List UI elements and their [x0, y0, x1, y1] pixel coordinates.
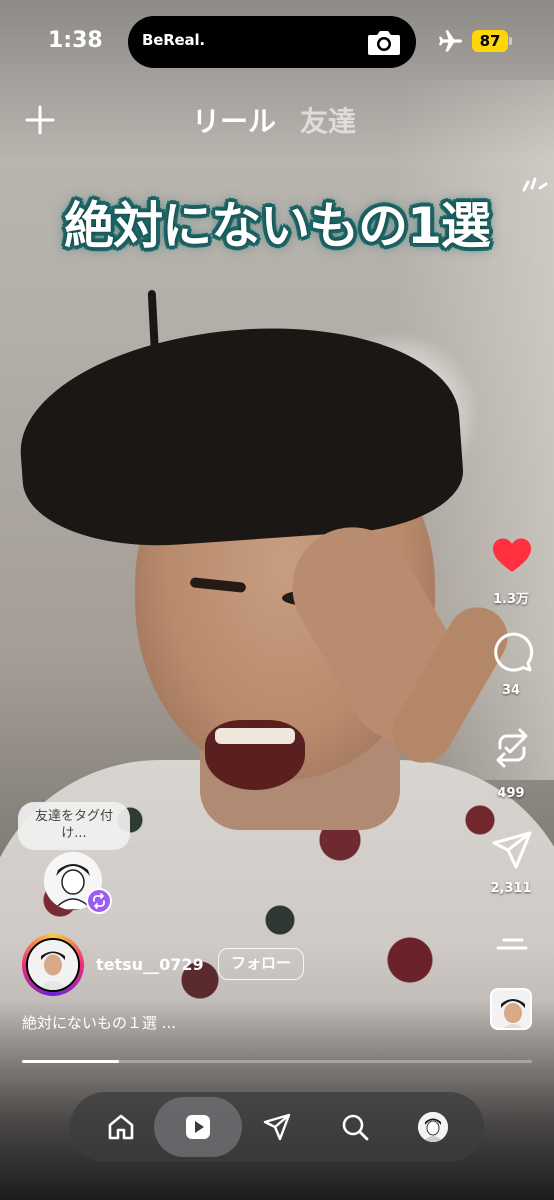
comment-icon[interactable] — [490, 630, 534, 674]
battery-indicator: 87 — [472, 30, 508, 52]
teeth — [215, 728, 295, 744]
hair — [13, 314, 467, 556]
like-count: 1.3万 — [492, 592, 530, 607]
nav-home[interactable] — [92, 1098, 150, 1156]
status-time: 1:38 — [48, 28, 103, 53]
nav-search[interactable] — [326, 1098, 384, 1156]
camera-icon — [368, 31, 400, 55]
battery-tip — [509, 37, 512, 45]
post-description[interactable]: 絶対にないもの１選 ... — [22, 1012, 176, 1033]
sparkle-icon — [522, 177, 548, 192]
reels-icon — [186, 1115, 210, 1139]
search-icon — [342, 1114, 369, 1141]
airplane-icon — [439, 30, 462, 52]
avatar[interactable] — [26, 938, 80, 992]
home-icon — [108, 1114, 134, 1140]
nav-reels[interactable] — [169, 1098, 227, 1156]
plus-icon[interactable] — [24, 104, 56, 136]
tag-friends-bubble[interactable]: 友達をタグ付け... — [18, 802, 130, 850]
video-overlay-caption: 絶対にないもの1選 — [64, 197, 491, 255]
bottom-nav — [70, 1092, 484, 1162]
profile-avatar — [418, 1112, 448, 1142]
repost-count: 499 — [497, 786, 525, 801]
send-icon — [263, 1113, 291, 1141]
author-username[interactable]: tetsu__0729 — [96, 955, 204, 974]
comment-count: 34 — [501, 683, 521, 698]
repost-badge-icon — [86, 888, 112, 914]
island-app-name: BeReal. — [142, 31, 205, 49]
tab-friends[interactable]: 友達 — [300, 100, 356, 140]
avatar-illustration — [28, 940, 78, 990]
playback-progress-fill — [22, 1060, 119, 1063]
dynamic-island[interactable]: BeReal. — [128, 16, 416, 68]
tab-reels[interactable]: リール — [192, 100, 276, 140]
nav-send[interactable] — [248, 1098, 306, 1156]
playback-progress[interactable] — [22, 1060, 532, 1063]
more-icon[interactable] — [490, 922, 534, 966]
send-icon[interactable] — [490, 828, 534, 872]
nav-profile[interactable] — [404, 1098, 462, 1156]
audio-avatar-illustration — [492, 990, 530, 1028]
audio-thumbnail[interactable] — [490, 988, 532, 1030]
repost-icon[interactable] — [490, 726, 534, 770]
follow-button[interactable]: フォロー — [218, 948, 304, 980]
share-count: 2,311 — [490, 881, 532, 896]
heart-icon[interactable] — [490, 534, 534, 578]
